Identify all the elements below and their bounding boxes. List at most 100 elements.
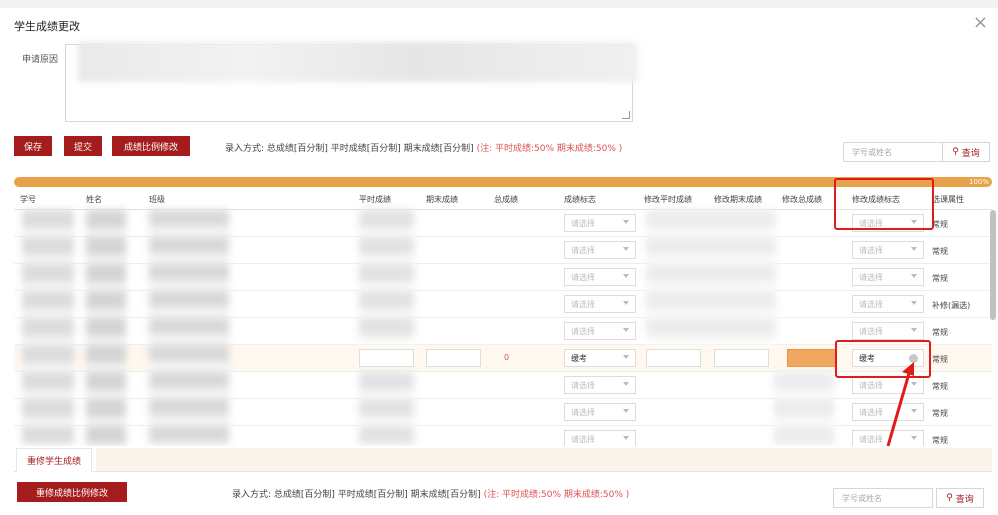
grade-flag-value: 请选择 [571,245,595,255]
grade-flag-value: 请选择 [571,299,595,309]
search-input[interactable]: 学号或姓名 [843,142,943,162]
resize-handle-icon[interactable] [622,111,630,119]
search-placeholder: 学号或姓名 [852,147,892,157]
redacted-regular-scores [359,210,414,345]
chevron-down-icon [623,355,629,359]
retake-search-button[interactable]: ⚲ 查询 [936,488,984,508]
dialog-title: 学生成绩更改 [14,20,80,33]
total-score-value: 0 [504,353,510,362]
course-attr: 常规 [932,382,948,391]
mod-flag-value: 请选择 [859,326,883,336]
chevron-down-icon [623,247,629,251]
grade-flag-select[interactable]: 请选择 [564,295,636,313]
redacted-area [78,42,638,82]
course-attr: 常规 [932,247,948,256]
chevron-down-icon [623,382,629,386]
grade-flag-select[interactable]: 请选择 [564,403,636,421]
mod-flag-select[interactable]: 请选择 [852,241,924,259]
grade-flag-select[interactable]: 请选择 [564,268,636,286]
chevron-down-icon [911,301,917,305]
search-icon: ⚲ [946,493,953,503]
course-attr: 常规 [932,409,948,418]
redacted-student-ids [22,210,74,446]
header-final-score: 期末成绩 [426,195,458,204]
grade-flag-value: 请选择 [571,380,595,390]
chevron-down-icon [623,274,629,278]
header-class: 班级 [149,195,165,204]
entry-mode-label: 录入方式: 总成绩[百分制] 平时成绩[百分制] 期末成绩[百分制] [225,144,474,154]
ratio-note: (注: 平时成绩:50% 期末成绩:50% ) [476,144,623,154]
grade-flag-value: 请选择 [571,326,595,336]
ratio-edit-button[interactable]: 成绩比例修改 [112,136,190,156]
redacted-regular-scores-lower [359,372,414,446]
mod-flag-select[interactable]: 请选择 [852,268,924,286]
redacted-mod-scores [646,210,776,345]
chevron-down-icon [911,328,917,332]
grade-flag-select[interactable]: 请选择 [564,214,636,232]
mod-total-input[interactable] [787,349,837,367]
submit-button[interactable]: 提交 [64,136,102,156]
search-button-label: 查询 [961,148,980,159]
grade-flag-value: 请选择 [571,272,595,282]
grade-flag-select[interactable]: 缓考 [564,349,636,367]
grade-flag-value: 缓考 [571,353,587,363]
retake-search-placeholder: 学号或姓名 [842,493,882,503]
chevron-down-icon [623,436,629,440]
retake-entry-mode-label: 录入方式: 总成绩[百分制] 平时成绩[百分制] 期末成绩[百分制] [232,490,481,500]
chevron-down-icon [623,301,629,305]
search-icon: ⚲ [952,147,959,157]
header-grade-flag: 成绩标志 [564,195,596,204]
table-scrollbar[interactable] [990,210,996,320]
course-attr: 常规 [932,328,948,337]
grade-flag-value: 请选择 [571,218,595,228]
retake-entry-mode-text: 录入方式: 总成绩[百分制] 平时成绩[百分制] 期末成绩[百分制] (注: 平… [232,487,629,500]
search-button[interactable]: ⚲ 查询 [942,142,990,162]
grade-flag-select[interactable]: 请选择 [564,241,636,259]
header-regular-score: 平时成绩 [359,195,391,204]
annotation-arrow-icon [886,362,914,447]
progress-label: 100% [968,178,989,186]
mod-flag-value: 请选择 [859,272,883,282]
mod-final-input[interactable] [714,349,769,367]
grade-flag-value: 请选择 [571,407,595,417]
mod-flag-select[interactable]: 请选择 [852,295,924,313]
retake-search-input[interactable]: 学号或姓名 [833,488,933,508]
course-attr: 补修(漏选) [932,301,971,310]
mod-flag-select[interactable]: 请选择 [852,322,924,340]
course-attr: 常规 [932,220,948,229]
chevron-down-icon [623,328,629,332]
grade-flag-select[interactable]: 请选择 [564,322,636,340]
redacted-classes [149,210,229,446]
arrow-shaft [886,369,912,447]
course-attr: 常规 [932,274,948,283]
header-name: 姓名 [86,195,102,204]
regular-score-input[interactable] [359,349,414,367]
retake-tabbar: 重修学生成绩 [14,448,992,472]
tabbar-background [96,448,992,471]
mod-flag-value: 请选择 [859,299,883,309]
chevron-down-icon [623,409,629,413]
tab-retake-grades[interactable]: 重修学生成绩 [16,448,93,472]
grade-flag-select[interactable]: 请选择 [564,430,636,446]
course-attr: 常规 [932,355,948,364]
header-course-attr: 选课属性 [932,195,964,204]
retake-ratio-edit-button[interactable]: 重修成绩比例修改 [17,482,127,502]
final-score-input[interactable] [426,349,481,367]
header-student-id: 学号 [20,195,36,204]
retake-search-button-label: 查询 [955,494,974,505]
mod-flag-value: 请选择 [859,245,883,255]
chevron-down-icon [623,220,629,224]
redacted-names [86,210,126,446]
mod-regular-input[interactable] [646,349,701,367]
header-total-score: 总成绩 [494,195,518,204]
header-mod-regular: 修改平时成绩 [644,195,692,204]
arrow-head [902,362,914,376]
save-button[interactable]: 保存 [14,136,52,156]
grade-flag-select[interactable]: 请选择 [564,376,636,394]
annotation-box-header [834,178,934,230]
header-mod-total: 修改总成绩 [782,195,822,204]
course-attr: 常规 [932,436,948,445]
redacted-mod-total-lower [774,372,834,446]
grade-flag-value: 请选择 [571,434,595,444]
close-icon[interactable]: × [973,14,988,32]
